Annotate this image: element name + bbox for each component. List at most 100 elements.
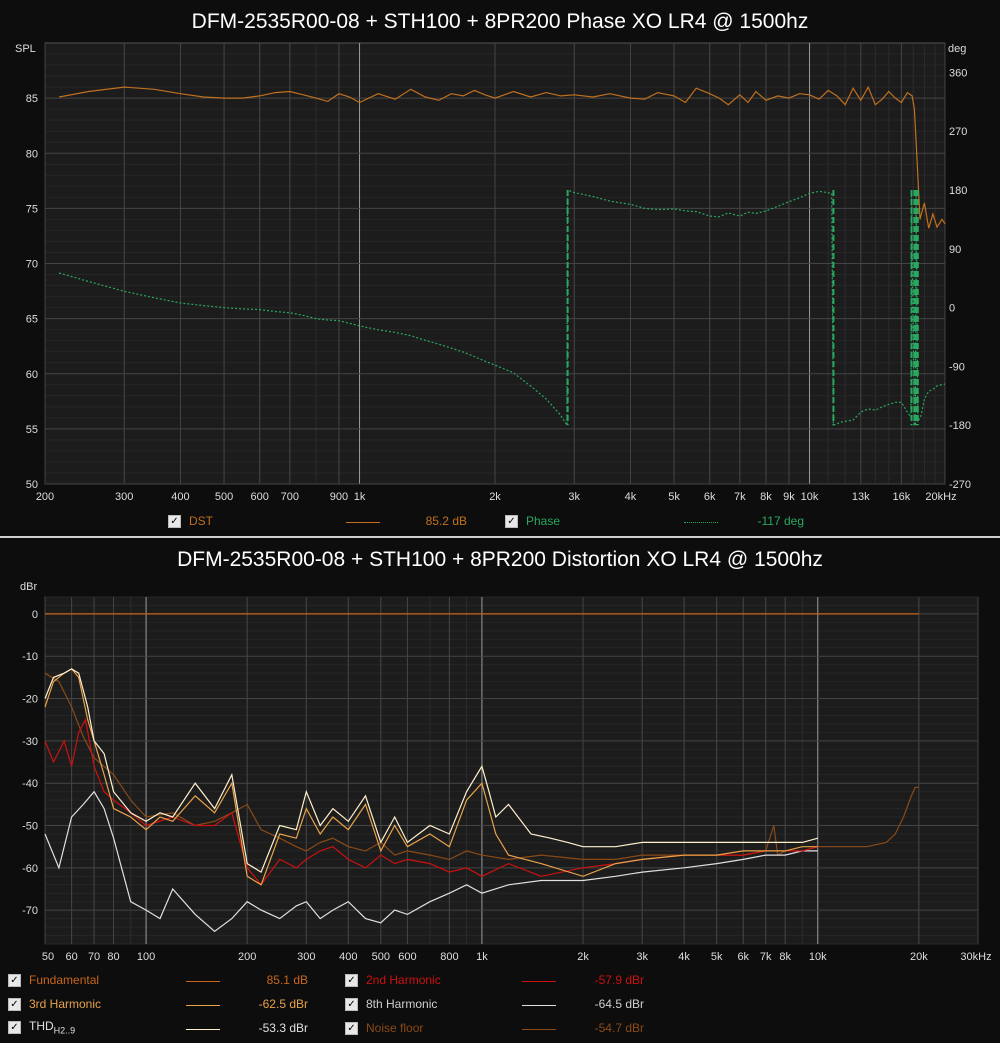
y-tick-label: 55 xyxy=(26,424,38,436)
x-tick-label: 400 xyxy=(171,491,189,503)
phase-chart-svg: 200 300 400 500 600 700 900 1k 2k 3k 4k 5k 6k 7k 8k 9k 1… xyxy=(15,42,971,503)
legend-dst[interactable]: ✓ DST xyxy=(168,514,213,528)
legend-label-subscript: H2..9 xyxy=(53,1025,76,1036)
legend-value-phase: -117 deg xyxy=(757,514,804,528)
legend-value: -62.5 dBr xyxy=(258,997,308,1011)
x-tick-label: 600 xyxy=(398,951,416,963)
legend-swatch-dst xyxy=(346,522,380,523)
x-tick-label: 200 xyxy=(238,951,256,963)
x-tick-label: 300 xyxy=(115,491,133,503)
legend-value: -64.5 dBr xyxy=(594,997,644,1011)
x-tick-label: 1k xyxy=(476,951,488,963)
x-tick-label: 6k xyxy=(737,951,749,963)
legend-fundamental[interactable]: ✓ Fundamental xyxy=(8,973,99,987)
legend-swatch xyxy=(186,981,220,982)
x-tick-label: 70 xyxy=(88,951,100,963)
x-tick-label: 1k xyxy=(354,491,366,503)
x-tick-label: 9k xyxy=(783,491,795,503)
distortion-chart-svg: 50 60 70 80 100 200 300 400 500 600 800 1k 2k 3k 4k 5k 6… xyxy=(20,581,992,963)
y2-tick-label: -90 xyxy=(949,361,965,373)
x-tick-label: 30kHz xyxy=(960,951,991,963)
x-tick-label: 60 xyxy=(65,951,77,963)
x-tick-label: 13k xyxy=(852,491,870,503)
x-tick-label: 300 xyxy=(297,951,315,963)
y-tick-label: 80 xyxy=(26,148,38,160)
x-tick-label: 7k xyxy=(734,491,746,503)
x-tick-label: 900 xyxy=(330,491,348,503)
x-tick-label: 4k xyxy=(625,491,637,503)
x-tick-label: 7k xyxy=(760,951,772,963)
checkbox-icon[interactable]: ✓ xyxy=(168,514,181,528)
y-tick-label: 65 xyxy=(26,314,38,326)
x-tick-label: 80 xyxy=(107,951,119,963)
legend-swatch xyxy=(522,981,556,982)
legend-noise-floor[interactable]: ✓ Noise floor xyxy=(345,1021,423,1035)
y-tick-label: -20 xyxy=(22,694,38,706)
x-tick-label: 8k xyxy=(779,951,791,963)
legend-8th-harmonic[interactable]: ✓ 8th Harmonic xyxy=(345,997,437,1011)
x-tick-label: 5k xyxy=(668,491,680,503)
x-tick-label: 10k xyxy=(801,491,819,503)
legend-value: 85.1 dB xyxy=(266,973,308,987)
y-tick-label: 0 xyxy=(32,609,38,621)
checkbox-icon[interactable]: ✓ xyxy=(505,514,518,528)
legend-swatch xyxy=(186,1005,220,1006)
x-tick-label: 2k xyxy=(577,951,589,963)
y2-tick-label: 180 xyxy=(949,185,967,197)
legend-label: Phase xyxy=(526,514,561,528)
y2-tick-label: 90 xyxy=(949,244,961,256)
legend-label: Fundamental xyxy=(29,973,100,987)
legend-thd[interactable]: ✓ THDH2..9 xyxy=(8,1019,75,1035)
legend-2nd-harmonic[interactable]: ✓ 2nd Harmonic xyxy=(345,973,441,987)
y-axis-label: SPL xyxy=(15,43,36,55)
distortion-chart-panel: DFM-2535R00-08 + STH100 + 8PR200 Distort… xyxy=(0,538,1000,1043)
y2-tick-label: -270 xyxy=(949,479,971,491)
x-tick-label: 2k xyxy=(489,491,501,503)
legend-label: 3rd Harmonic xyxy=(29,997,102,1011)
checkbox-icon[interactable]: ✓ xyxy=(8,1020,21,1034)
checkbox-icon[interactable]: ✓ xyxy=(8,997,21,1011)
legend-label: 2nd Harmonic xyxy=(366,973,441,987)
x-tick-label: 20k xyxy=(910,951,928,963)
legend-value-dst: 85.2 dB xyxy=(425,514,467,528)
checkbox-icon[interactable]: ✓ xyxy=(8,973,21,987)
x-tick-label: 20kHz xyxy=(925,491,956,503)
x-tick-label: 6k xyxy=(704,491,716,503)
x-tick-label: 10k xyxy=(809,951,827,963)
phase-chart-panel: DFM-2535R00-08 + STH100 + 8PR200 Phase X… xyxy=(0,0,1000,536)
y2-axis-label: deg xyxy=(948,43,966,55)
x-tick-label: 8k xyxy=(760,491,772,503)
x-tick-label: 700 xyxy=(281,491,299,503)
legend-phase[interactable]: ✓ Phase xyxy=(505,514,560,528)
checkbox-icon[interactable]: ✓ xyxy=(345,1021,358,1035)
y2-tick-label: 0 xyxy=(949,303,955,315)
x-tick-label: 16k xyxy=(893,491,911,503)
y-tick-label: 60 xyxy=(26,369,38,381)
y2-tick-label: 270 xyxy=(949,126,967,138)
checkbox-icon[interactable]: ✓ xyxy=(345,997,358,1011)
x-tick-label: 3k xyxy=(636,951,648,963)
y-tick-label: 75 xyxy=(26,203,38,215)
legend-value: -57.9 dBr xyxy=(594,973,644,987)
x-tick-label: 400 xyxy=(339,951,357,963)
x-tick-label: 800 xyxy=(440,951,458,963)
legend-swatch xyxy=(522,1005,556,1006)
legend-swatch xyxy=(186,1029,220,1030)
y-tick-label: -30 xyxy=(22,736,38,748)
x-tick-label: 100 xyxy=(137,951,155,963)
plot-area xyxy=(44,596,979,945)
legend-label-main: THD xyxy=(29,1019,54,1033)
x-tick-label: 500 xyxy=(215,491,233,503)
legend-3rd-harmonic[interactable]: ✓ 3rd Harmonic xyxy=(8,997,101,1011)
y-tick-label: -40 xyxy=(22,778,38,790)
legend-label: 8th Harmonic xyxy=(366,997,438,1011)
legend-label: THDH2..9 xyxy=(29,1019,75,1035)
y-tick-label: -60 xyxy=(22,863,38,875)
x-tick-label: 4k xyxy=(678,951,690,963)
y-tick-label: -70 xyxy=(22,905,38,917)
legend-swatch-phase xyxy=(684,522,718,523)
legend-value: -53.3 dBr xyxy=(258,1021,308,1035)
x-tick-label: 200 xyxy=(36,491,54,503)
legend-swatch xyxy=(522,1029,556,1030)
checkbox-icon[interactable]: ✓ xyxy=(345,973,358,987)
